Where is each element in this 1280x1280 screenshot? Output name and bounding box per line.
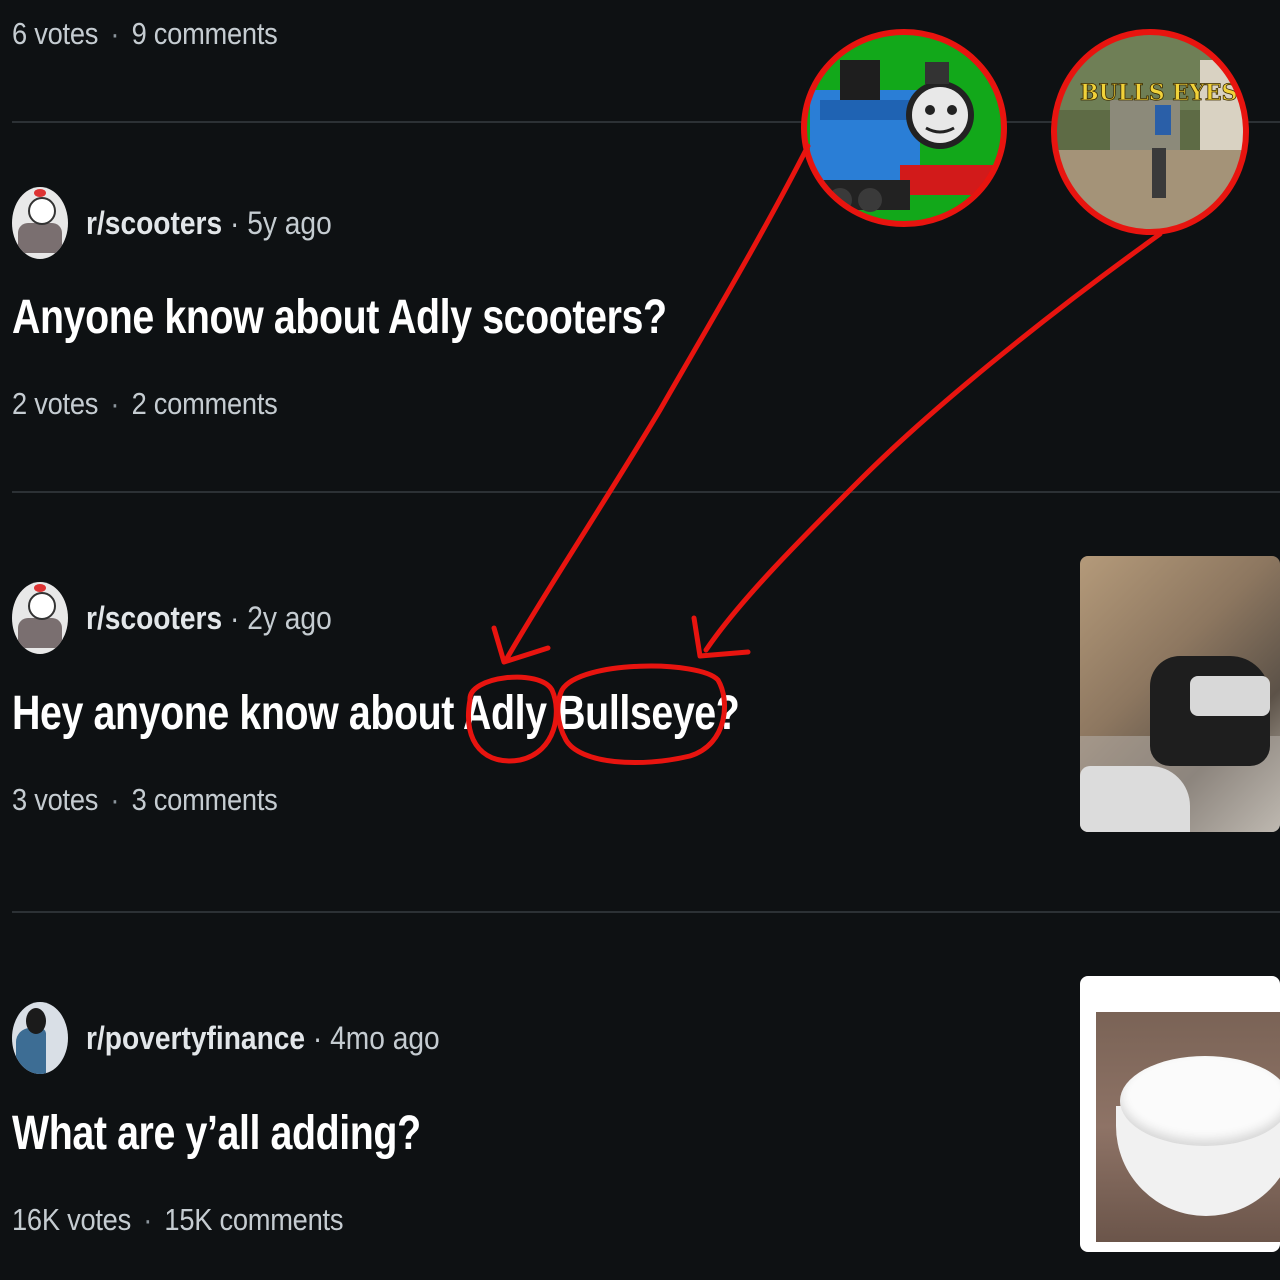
bulls-eyes-sign-text: BULLS EYES (1080, 80, 1237, 106)
bulls-eyes-sign-cutout: BULLS EYES (1051, 29, 1249, 235)
bullseye-word-circle (555, 663, 727, 766)
arrow-head-bullseye (691, 615, 751, 659)
meme-annotation-overlay: BULLS EYES (466, 29, 1249, 766)
adly-word-circle (466, 674, 559, 764)
arrow-sign-to-bullseye (703, 231, 1163, 653)
tank-engine-cutout (801, 29, 1007, 227)
